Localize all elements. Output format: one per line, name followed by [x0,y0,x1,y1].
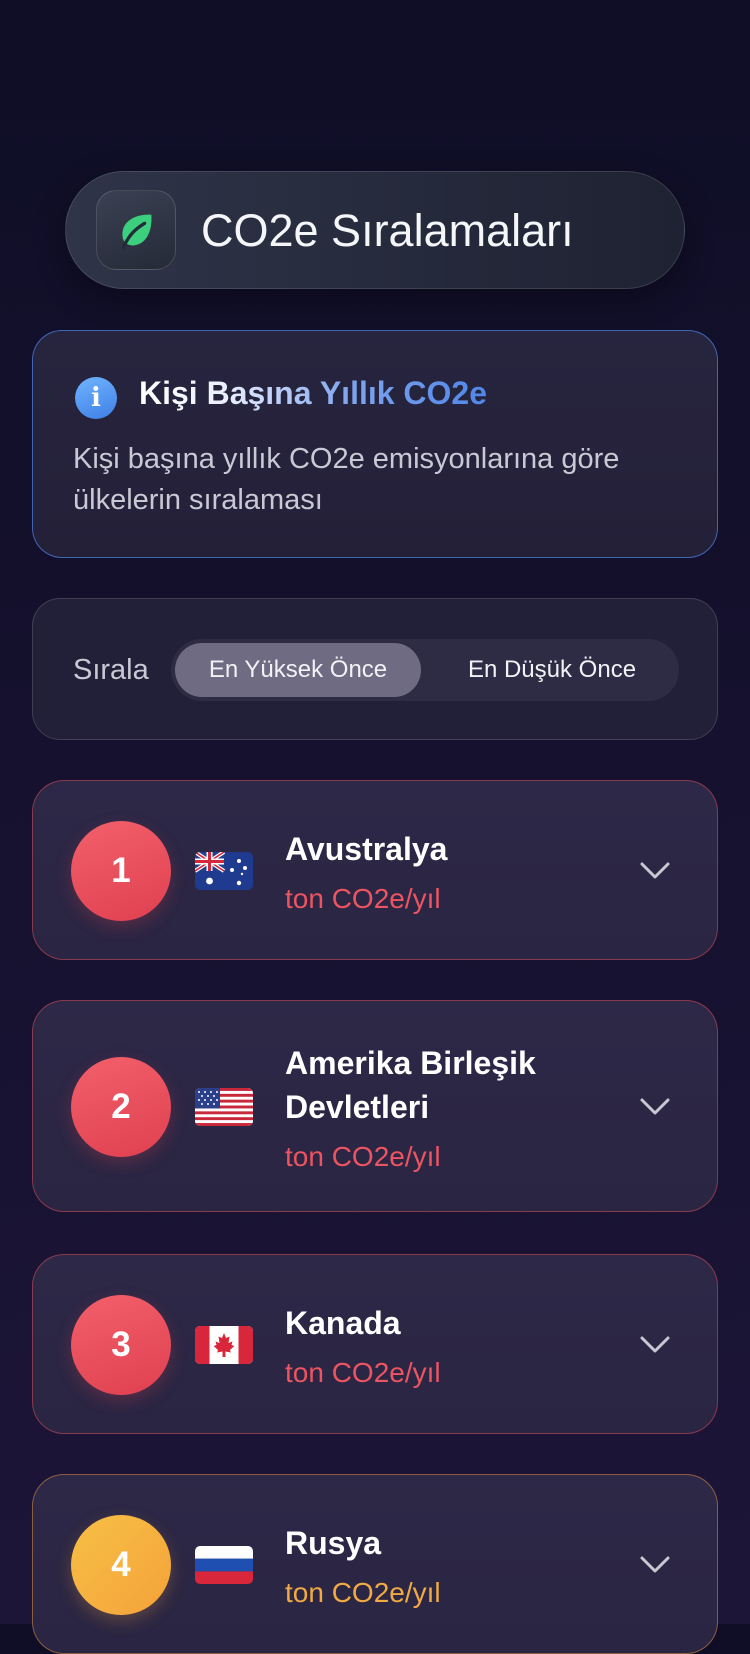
flag-australia-icon [195,852,253,890]
leaf-icon [96,190,176,270]
emission-unit: ton CO2e/yıl [285,883,441,914]
rank-badge: 3 [71,1295,171,1395]
rank-badge: 1 [71,821,171,921]
ranking-card-4[interactable]: 4 Rusya ton CO2e/yıl [32,1474,718,1654]
info-description: Kişi başına yıllık CO2e emisyonlarına gö… [73,443,620,516]
rank-badge: 4 [71,1515,171,1615]
sort-control: Sırala En Yüksek Önce En Düşük Önce [32,598,718,740]
country-name: Amerika Birleşik Devletleri [285,1045,536,1125]
app-screen: CO2e Sıralamaları i Kişi Başına Yıllık C… [0,0,750,1654]
rank-badge: 2 [71,1057,171,1157]
chevron-down-icon[interactable] [639,861,671,881]
ranking-card-2[interactable]: 2 Amerika Birleşik Devletleri ton CO2e/y… [32,1000,718,1212]
page-header: CO2e Sıralamaları [65,171,685,289]
emission-unit: ton CO2e/yıl [285,1141,441,1172]
flag-canada-icon [195,1326,253,1364]
sort-label: Sırala [73,654,149,686]
sort-lowest-first-button[interactable]: En Düşük Önce [429,643,675,697]
info-title: Kişi Başına Yıllık CO2e [139,375,488,411]
flag-usa-icon [195,1088,253,1126]
emission-unit: ton CO2e/yıl [285,1357,441,1388]
ranking-card-3[interactable]: 3 Kanada ton CO2e/yıl [32,1254,718,1434]
country-name: Kanada [285,1305,401,1341]
info-card: i Kişi Başına Yıllık CO2e Kişi başına yı… [32,330,718,558]
emission-unit: ton CO2e/yıl [285,1577,441,1608]
flag-russia-icon [195,1546,253,1584]
country-name: Rusya [285,1525,382,1561]
info-icon: i [75,377,117,419]
sort-segmented-control: En Yüksek Önce En Düşük Önce [171,639,679,701]
chevron-down-icon[interactable] [639,1555,671,1575]
sort-highest-first-button[interactable]: En Yüksek Önce [175,643,421,697]
ranking-card-1[interactable]: 1 Avustralya ton CO2e/yıl [32,780,718,960]
chevron-down-icon[interactable] [639,1335,671,1355]
country-name: Avustralya [285,831,448,867]
page-title: CO2e Sıralamaları [201,205,574,256]
chevron-down-icon[interactable] [639,1097,671,1117]
